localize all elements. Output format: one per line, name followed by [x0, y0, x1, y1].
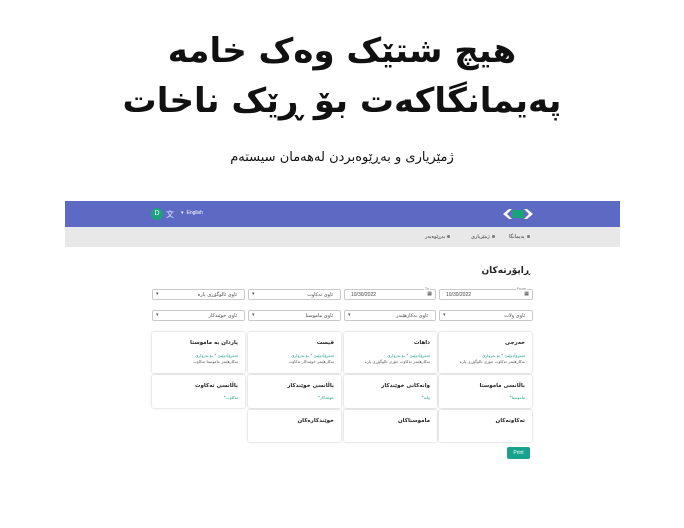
institute-select[interactable]: ▾ ئاوی ولات	[439, 310, 533, 321]
translate-icon[interactable]: 文	[166, 209, 174, 220]
logo-icon	[503, 209, 533, 219]
tab-dot-icon	[447, 235, 451, 238]
chevron-down-icon: ▾	[181, 210, 184, 216]
currency-select[interactable]: ▾ ئاوی ئالوگۆڕی پارە	[152, 289, 245, 300]
chevron-down-icon: ▾	[252, 312, 255, 318]
chevron-down-icon: ▾	[156, 291, 159, 297]
calendar-icon[interactable]: ▦	[524, 291, 529, 297]
hero-subtitle: ژمێریاری و بەڕێوەبردن لەهەمان سیستەم	[230, 150, 454, 165]
report-card-payment-types[interactable]: تەکاوتەکان	[439, 410, 532, 442]
payment-type-select[interactable]: ▾ ئاوی تەکاوت	[248, 289, 341, 300]
tab-accounting[interactable]: ژمێریاری	[471, 234, 495, 240]
date-from-field[interactable]: From 10/30/2022 ▦	[439, 286, 533, 300]
hero-title-line-2: پەیمانگاکەت بۆ ڕێک ناخات	[122, 81, 562, 121]
tab-dot-icon	[491, 235, 495, 238]
student-select[interactable]: ▾ ئاوی خوێندکار	[152, 310, 245, 321]
report-card-student-balance[interactable]: باڵانسی خوێندکار خوێندکار*	[248, 375, 341, 408]
chevron-down-icon: ▾	[348, 312, 351, 318]
report-card-teachers[interactable]: ماموستاکان	[344, 410, 437, 442]
app-bar: D 文 ▾ English	[65, 201, 620, 227]
language-label: English	[186, 210, 203, 216]
tab-institute[interactable]: پەیمانگا	[509, 234, 530, 240]
date-to-field[interactable]: To 10/30/2022 ▦	[344, 286, 436, 300]
report-card-teacher-payment[interactable]: پاردان بە ماموستا ئەمڕۆ/دوێنێ * بۆ بەروا…	[152, 332, 245, 373]
nav-tab-bar: پەیمانگا ژمێریاری بەڕێوەبەر	[65, 227, 620, 247]
report-card-student-lessons[interactable]: وانەکانی خوێندکار وانە*	[344, 375, 437, 408]
chevron-down-icon: ▾	[443, 312, 446, 318]
employee-select[interactable]: ▾ ئاوی بەکارهێنەر	[344, 310, 436, 321]
report-card-payment-type-balance[interactable]: باڵانسی تەکاوت تەکاوت*	[152, 375, 245, 408]
page-title: ڕاپۆرتەکان	[481, 266, 530, 276]
language-selector[interactable]: ▾ English	[181, 210, 203, 216]
report-card-teacher-balance[interactable]: باڵانسی ماموستا ماموستا*	[439, 375, 532, 408]
report-card-income[interactable]: داهات ئەمڕۆ/دوێنێ * بۆ بەروارێ بەکارهێنە…	[344, 332, 437, 373]
hero-title-line-1: هیچ شتێک وەک خامە	[167, 31, 517, 71]
hero-title: هیچ شتێک وەک خامە پەیمانگاکەت بۆ ڕێک ناخ…	[0, 26, 684, 126]
tab-administrator[interactable]: بەڕێوەبەر	[425, 234, 451, 240]
teacher-select[interactable]: ▾ ئاوی ماموستا	[248, 310, 341, 321]
tab-dot-icon	[526, 235, 530, 238]
print-button[interactable]: Print	[507, 447, 530, 459]
report-card-installment[interactable]: قیست ئەمڕۆ/دوێنێ * بۆ بەروارێ بەکارهێنەر…	[248, 332, 341, 373]
app-screenshot: D 文 ▾ English پەیمانگا ژمێریاری بەڕێوەبەر…	[65, 201, 620, 514]
calendar-icon[interactable]: ▦	[427, 291, 432, 297]
avatar[interactable]: D	[151, 208, 163, 220]
chevron-down-icon: ▾	[252, 291, 255, 297]
marketing-slide: هیچ شتێک وەک خامە پەیمانگاکەت بۆ ڕێک ناخ…	[0, 0, 684, 528]
report-card-expense[interactable]: خەرجی ئەمڕۆ/دوێنێ * بۆ بەروارێ بەکارهێنە…	[439, 332, 532, 373]
report-card-students[interactable]: خوێندکارەکان	[248, 410, 341, 442]
chevron-down-icon: ▾	[156, 312, 159, 318]
